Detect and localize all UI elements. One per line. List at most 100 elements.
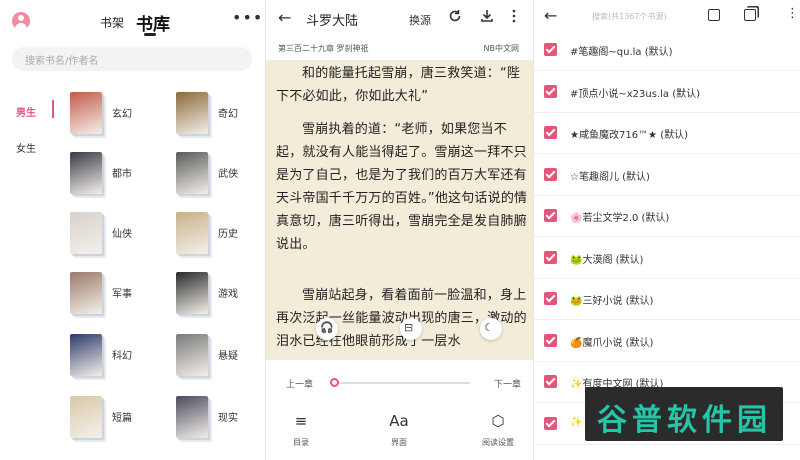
source-name: 🌸若尘文学2.0 (默认) bbox=[570, 213, 670, 224]
category-label: 短篇 bbox=[112, 413, 132, 424]
gender-female[interactable]: 女生 bbox=[0, 140, 50, 155]
menu-list-icon: ≡ bbox=[294, 412, 308, 430]
book-cover bbox=[70, 272, 102, 314]
source-name: ✨ bbox=[570, 416, 583, 428]
back-arrow-icon[interactable]: ← bbox=[278, 8, 291, 27]
copy-icon[interactable] bbox=[744, 9, 756, 21]
progress-track[interactable] bbox=[330, 382, 470, 384]
nav-label: 目录 bbox=[293, 438, 309, 447]
change-source-button[interactable]: 换源 bbox=[409, 12, 431, 28]
book-cover bbox=[176, 396, 208, 438]
tab-bookshelf[interactable]: 书架 bbox=[100, 14, 124, 31]
auto-page-icon[interactable]: ⊟ bbox=[400, 318, 422, 340]
category-label: 军事 bbox=[112, 289, 132, 300]
source-name: #笔趣阁~qu.la (默认) bbox=[570, 47, 673, 58]
category-label: 游戏 bbox=[218, 289, 238, 300]
source-row[interactable]: #顶点小说~x23us.la (默认) bbox=[534, 72, 800, 113]
reader-header: ← 斗罗大陆 换源 bbox=[266, 0, 533, 38]
checkbox[interactable] bbox=[544, 250, 557, 264]
next-chapter-button[interactable]: 下一章 bbox=[494, 377, 521, 390]
source-row[interactable]: 🐸大漠阁 (默认) bbox=[534, 238, 800, 279]
source-row[interactable]: 🌸若尘文学2.0 (默认) bbox=[534, 196, 800, 237]
nav-reading-settings[interactable]: ⬡ 阅读设置 bbox=[468, 406, 528, 460]
select-all-icon[interactable] bbox=[708, 9, 720, 21]
night-mode-icon[interactable]: ☾ bbox=[480, 318, 502, 340]
source-name: NB中文网 bbox=[483, 44, 519, 53]
reader-panel: ← 斗罗大陆 换源 第三百二十九章 罗刹神祇 NB中文网 和的能量托起雪崩，唐三… bbox=[266, 0, 533, 460]
checkbox[interactable] bbox=[544, 416, 557, 430]
category-label: 历史 bbox=[218, 229, 238, 240]
library-header: 书架 书库 ••• bbox=[0, 0, 265, 40]
nav-label: 阅读设置 bbox=[482, 438, 514, 447]
book-cover bbox=[176, 92, 208, 134]
checkbox[interactable] bbox=[544, 333, 557, 347]
nav-catalog[interactable]: ≡ 目录 bbox=[271, 406, 331, 460]
tab-indicator bbox=[144, 33, 156, 36]
category-label: 都市 bbox=[112, 169, 132, 180]
prev-chapter-button[interactable]: 上一章 bbox=[286, 377, 313, 390]
chapter-slider-row: 上一章 下一章 bbox=[266, 360, 533, 406]
book-cover bbox=[70, 396, 102, 438]
source-search-input[interactable]: 搜索(共1367个书源) bbox=[592, 11, 667, 22]
library-panel: 书架 书库 ••• 搜索书名/作者名 男生 女生 玄幻 奇幻都市 武侠仙侠 历史军事 游… bbox=[0, 0, 265, 460]
source-row[interactable]: ☆笔趣阁儿 (默认) bbox=[534, 155, 800, 196]
book-title: 斗罗大陆 bbox=[306, 14, 359, 29]
category-label: 悬疑 bbox=[218, 351, 238, 362]
more-vertical-icon[interactable] bbox=[510, 9, 518, 23]
progress-thumb[interactable] bbox=[329, 378, 339, 387]
source-row[interactable]: 🐸三好小说 (默认) bbox=[534, 279, 800, 320]
book-cover bbox=[70, 212, 102, 254]
headphones-icon[interactable]: 🎧 bbox=[316, 318, 338, 340]
source-row[interactable]: #笔趣阁~qu.la (默认) bbox=[534, 30, 800, 71]
back-arrow-icon[interactable]: ← bbox=[544, 6, 557, 25]
source-row[interactable]: ★咸鱼魔改716™★ (默认) bbox=[534, 113, 800, 154]
gender-male[interactable]: 男生 bbox=[0, 104, 50, 119]
avatar[interactable] bbox=[12, 12, 30, 30]
book-cover bbox=[70, 334, 102, 376]
category-label: 玄幻 bbox=[112, 109, 132, 120]
category-label: 科幻 bbox=[112, 351, 132, 362]
source-name: ★咸鱼魔改716™★ (默认) bbox=[570, 130, 688, 141]
download-icon[interactable] bbox=[480, 9, 494, 23]
more-vertical-icon[interactable]: ⋮ bbox=[786, 6, 799, 21]
book-cover bbox=[70, 152, 102, 194]
nav-interface[interactable]: Aa 界面 bbox=[369, 406, 429, 460]
search-input[interactable]: 搜索书名/作者名 bbox=[12, 47, 252, 71]
category-label: 武侠 bbox=[218, 169, 238, 180]
source-row[interactable]: 🍊魔爪小说 (默认) bbox=[534, 321, 800, 362]
checkbox[interactable] bbox=[544, 209, 557, 222]
category-label: 仙侠 bbox=[112, 229, 132, 240]
book-cover bbox=[176, 334, 208, 376]
category-label: 现实 bbox=[218, 413, 238, 424]
checkbox[interactable] bbox=[544, 292, 557, 305]
source-name: 🐸三好小说 (默认) bbox=[570, 296, 654, 307]
reader-bottom-nav: ≡ 目录 Aa 界面 ⬡ 阅读设置 bbox=[266, 406, 533, 460]
paragraph: 和的能量托起雪崩，唐三救笑道：“陛下不必如此，你如此大礼” bbox=[276, 66, 521, 104]
book-cover bbox=[176, 212, 208, 254]
book-cover bbox=[176, 152, 208, 194]
book-cover bbox=[70, 92, 102, 134]
more-icon[interactable]: ••• bbox=[232, 8, 263, 27]
source-name: #顶点小说~x23us.la (默认) bbox=[570, 88, 701, 100]
category-label: 奇幻 bbox=[218, 109, 238, 120]
checkbox[interactable] bbox=[544, 126, 557, 139]
font-icon: Aa bbox=[389, 412, 409, 430]
checkbox[interactable] bbox=[544, 375, 557, 388]
checkbox[interactable] bbox=[544, 84, 557, 98]
checkbox[interactable] bbox=[544, 43, 557, 56]
refresh-icon[interactable] bbox=[448, 9, 462, 23]
book-cover bbox=[176, 272, 208, 314]
gender-indicator bbox=[52, 100, 54, 118]
nav-label: 界面 bbox=[391, 438, 407, 447]
search-placeholder: 搜索书名/作者名 bbox=[25, 56, 99, 67]
reading-area[interactable]: 和的能量托起雪崩，唐三救笑道：“陛下不必如此，你如此大礼” 雪崩执着的道：“老师… bbox=[266, 60, 533, 360]
source-name: ☆笔趣阁儿 (默认) bbox=[570, 171, 650, 183]
watermark-text: 谷普软件园 bbox=[597, 403, 772, 438]
source-name: 🍊魔爪小说 (默认) bbox=[570, 337, 654, 349]
chapter-bar: 第三百二十九章 罗刹神祇 NB中文网 bbox=[266, 38, 533, 60]
chapter-title: 第三百二十九章 罗刹神祇 bbox=[278, 44, 369, 53]
sources-header: ← 搜索(共1367个书源) ⋮ bbox=[534, 0, 800, 34]
checkbox[interactable] bbox=[544, 167, 557, 181]
settings-hex-icon: ⬡ bbox=[491, 412, 505, 430]
tab-library[interactable]: 书库 bbox=[136, 10, 170, 35]
